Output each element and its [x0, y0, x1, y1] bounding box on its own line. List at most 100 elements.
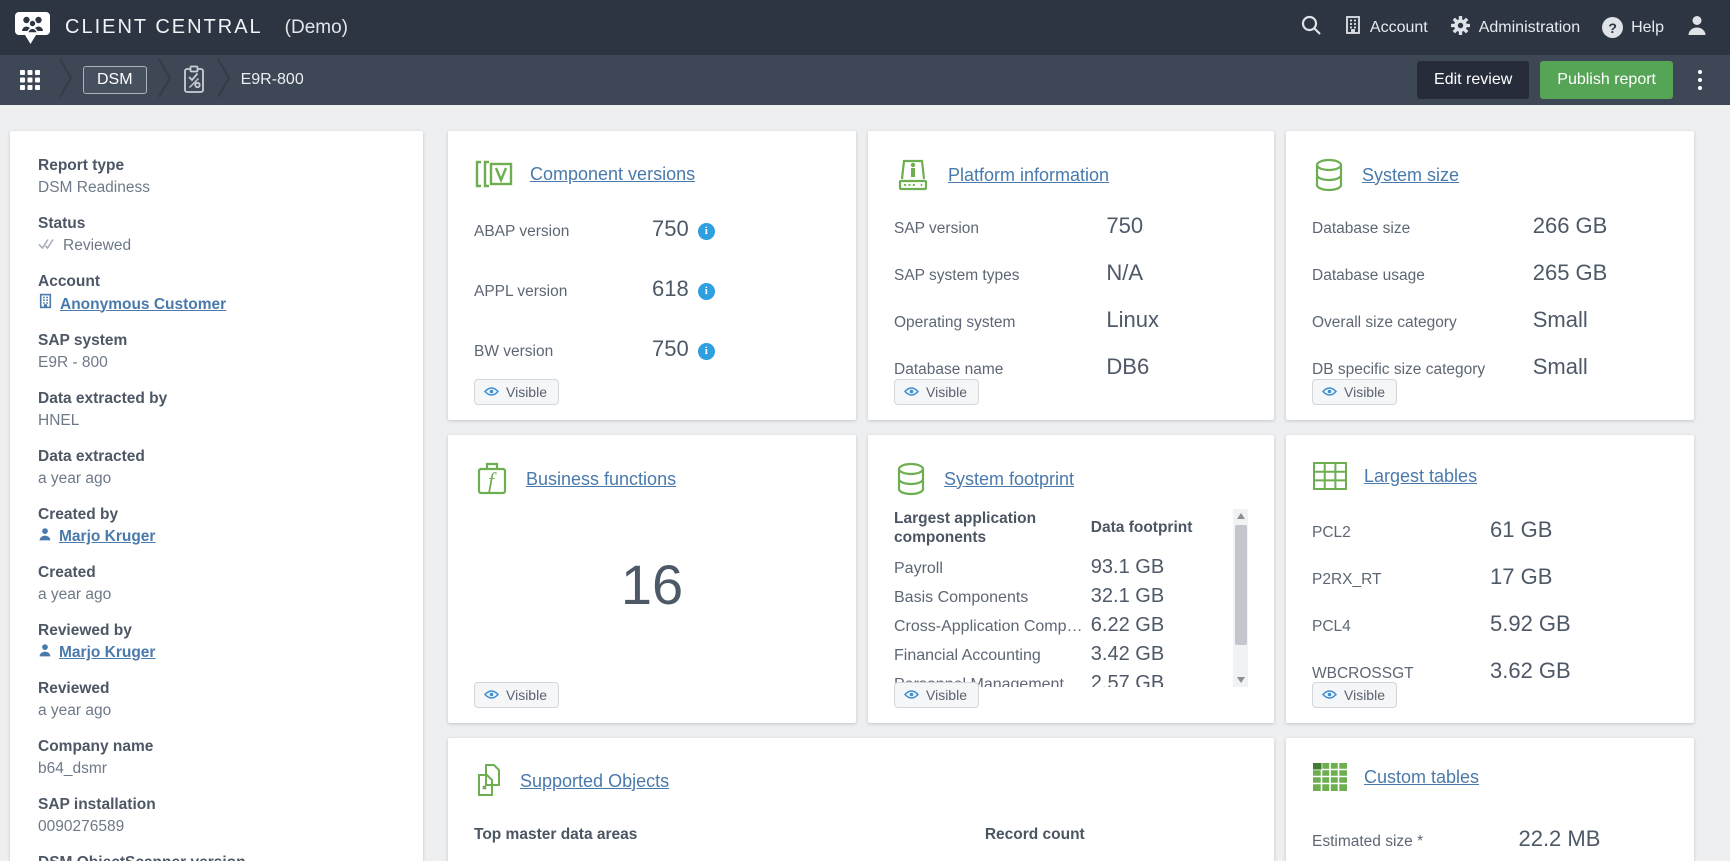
field-value: 0090276589: [38, 816, 395, 838]
nav-administration[interactable]: Administration: [1450, 15, 1580, 41]
row-value: Small: [1533, 305, 1588, 335]
field-value: a year ago: [38, 584, 395, 606]
supported-objects-link[interactable]: Supported Objects: [520, 771, 669, 792]
field-label: SAP system: [38, 330, 395, 352]
account-link[interactable]: Anonymous Customer: [38, 293, 226, 316]
visibility-label: Visible: [506, 384, 547, 400]
nav-help[interactable]: ? Help: [1602, 17, 1664, 38]
largest-tables-link[interactable]: Largest tables: [1364, 466, 1477, 487]
card-row: SAP system types N/A: [894, 258, 1248, 291]
info-icon[interactable]: i: [698, 223, 715, 240]
row-label: Payroll: [894, 560, 1091, 578]
row-label: SAP system types: [894, 261, 1106, 291]
visibility-label: Visible: [1344, 384, 1385, 400]
apps-grid-icon[interactable]: [12, 62, 48, 98]
field-dsm-objectscanner-version: DSM ObjectScanner version: [38, 852, 395, 861]
system-footprint-link[interactable]: System footprint: [944, 469, 1074, 490]
breadcrumb-module[interactable]: DSM: [83, 66, 147, 94]
row-value: DB6: [1106, 352, 1149, 382]
visibility-toggle[interactable]: Visible: [1312, 682, 1397, 708]
visibility-toggle[interactable]: Visible: [474, 682, 559, 708]
field-label: Data extracted by: [38, 388, 395, 410]
table-row: Cross-Application Comp… 6.22 GB: [894, 614, 1222, 643]
visibility-toggle[interactable]: Visible: [894, 682, 979, 708]
eye-icon: [904, 384, 919, 400]
overflow-menu-button[interactable]: [1694, 66, 1706, 94]
supported-objects-icon: [474, 762, 504, 800]
nav-account-label: Account: [1370, 19, 1428, 37]
field-value: HNEL: [38, 410, 395, 432]
row-value: 32.1 GB: [1091, 585, 1164, 608]
reviewed-by-link[interactable]: Marjo Kruger: [38, 642, 155, 664]
business-functions-link[interactable]: Business functions: [526, 469, 676, 490]
supported-objects-col1-header: Top master data areas: [474, 826, 985, 844]
custom-tables-link[interactable]: Custom tables: [1364, 767, 1479, 788]
person-icon: [38, 526, 52, 548]
card-row: Database size 266 GB: [1312, 211, 1668, 244]
breadcrumb-chevron-icon: [58, 57, 73, 104]
app-title: CLIENT CENTRAL: [65, 16, 263, 39]
person-icon: [38, 642, 52, 664]
row-label: Operating system: [894, 308, 1106, 338]
card-component-versions: Component versions ABAP version 750 i AP…: [448, 131, 856, 420]
footprint-col1-header: Largest application components: [894, 509, 1091, 547]
edit-review-button[interactable]: Edit review: [1417, 61, 1529, 99]
account-link-label: Anonymous Customer: [60, 294, 226, 316]
field-value: a year ago: [38, 468, 395, 490]
search-icon: [1300, 14, 1322, 41]
system-size-icon: [1312, 157, 1346, 193]
platform-information-link[interactable]: Platform information: [948, 165, 1109, 186]
scrollbar[interactable]: [1233, 509, 1248, 687]
user-menu[interactable]: [1686, 14, 1708, 41]
row-label: P2RX_RT: [1312, 565, 1490, 595]
row-value: 2.57 GB: [1091, 672, 1164, 687]
app-brand[interactable]: CLIENT CENTRAL (Demo): [14, 10, 348, 45]
row-value: 750: [1106, 211, 1143, 241]
business-functions-icon: f: [474, 461, 510, 497]
row-value: N/A: [1106, 258, 1143, 288]
publish-report-button[interactable]: Publish report: [1540, 61, 1673, 99]
row-value: 750: [652, 333, 689, 365]
app-mode-label: (Demo): [285, 17, 348, 39]
visibility-label: Visible: [1344, 687, 1385, 703]
scroll-down-arrow[interactable]: [1233, 673, 1248, 687]
client-central-logo-icon: [14, 10, 51, 45]
system-footprint-icon: [894, 461, 928, 497]
field-label: DSM ObjectScanner version: [38, 852, 395, 861]
row-label: Basis Components: [894, 589, 1091, 607]
card-system-footprint: System footprint Largest application com…: [868, 435, 1274, 723]
scroll-up-arrow[interactable]: [1233, 509, 1248, 523]
info-icon[interactable]: i: [698, 283, 715, 300]
search-button[interactable]: [1300, 14, 1322, 41]
visibility-label: Visible: [506, 687, 547, 703]
row-value: 5.92 GB: [1490, 609, 1571, 639]
card-row: BW version 750 i: [474, 333, 830, 368]
scrollbar-thumb[interactable]: [1235, 525, 1247, 645]
card-platform-information: Platform information SAP version 750 SAP…: [868, 131, 1274, 420]
row-label: BW version: [474, 336, 652, 368]
visibility-toggle[interactable]: Visible: [1312, 379, 1397, 405]
field-sap-system: SAP system E9R - 800: [38, 330, 395, 374]
field-label: Status: [38, 213, 395, 235]
component-versions-link[interactable]: Component versions: [530, 164, 695, 185]
field-reviewed-by: Reviewed by Marjo Kruger: [38, 620, 395, 664]
field-reviewed: Reviewed a year ago: [38, 678, 395, 722]
double-check-icon: [38, 235, 56, 257]
field-label: Created: [38, 562, 395, 584]
report-clipboard-icon[interactable]: [182, 65, 206, 95]
eye-icon: [484, 384, 499, 400]
field-company-name: Company name b64_dsmr: [38, 736, 395, 780]
building-icon: [1344, 15, 1362, 40]
system-size-link[interactable]: System size: [1362, 165, 1459, 186]
created-by-link[interactable]: Marjo Kruger: [38, 526, 155, 548]
row-label: APPL version: [474, 276, 652, 308]
supported-objects-col2-header: Record count: [985, 826, 1085, 844]
visibility-toggle[interactable]: Visible: [474, 379, 559, 405]
row-label: ABAP version: [474, 216, 652, 248]
field-status: Status Reviewed: [38, 213, 395, 257]
card-custom-tables: Custom tables Estimated size * 22.2 MB: [1286, 738, 1694, 861]
visibility-toggle[interactable]: Visible: [894, 379, 979, 405]
row-label: PCL4: [1312, 612, 1490, 642]
nav-account[interactable]: Account: [1344, 15, 1428, 40]
info-icon[interactable]: i: [698, 343, 715, 360]
